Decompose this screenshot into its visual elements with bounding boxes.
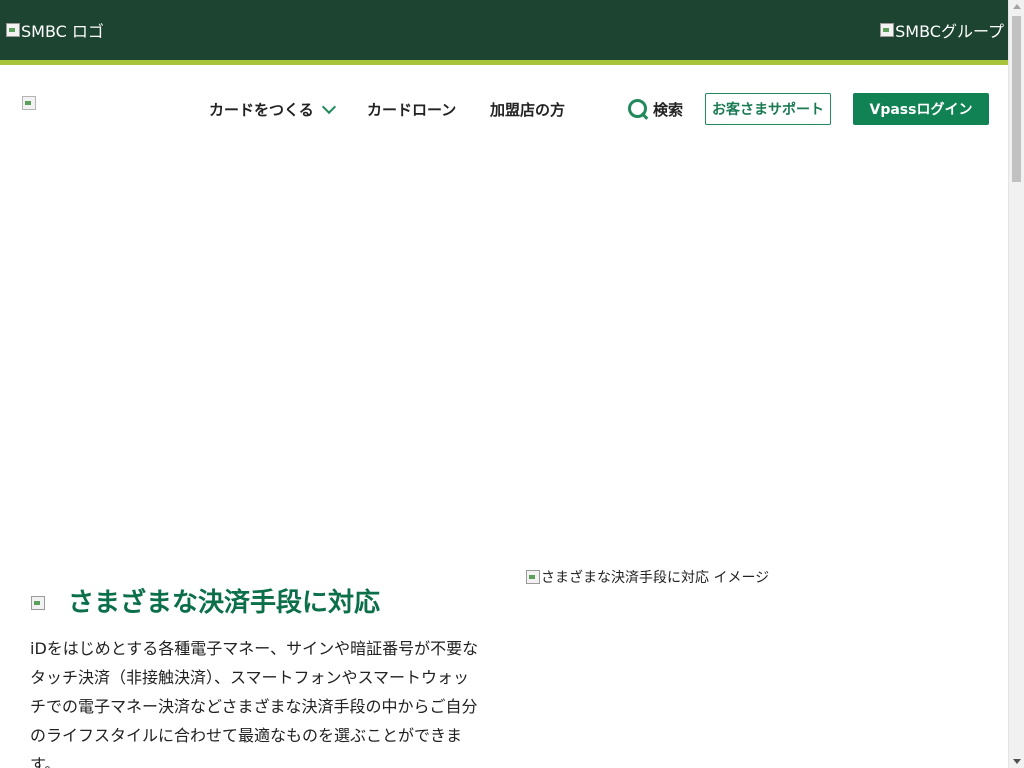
search-icon <box>627 98 649 120</box>
scroll-up-arrow-icon[interactable] <box>1013 4 1021 9</box>
feature-title: さまざまな決済手段に対応 <box>68 588 381 618</box>
search-button[interactable]: 検索 <box>627 98 683 120</box>
feature-description: iDをはじめとする各種電子マネー、サインや暗証番号が不要なタッチ決済（非接触決済… <box>30 639 479 768</box>
smbc-logo-alt: SMBC ロゴ <box>21 22 104 41</box>
broken-image-icon <box>5 22 21 38</box>
nav-merchant[interactable]: 加盟店の方 <box>490 99 565 120</box>
feature-heading: さまざまな決済手段に対応 <box>30 582 380 619</box>
feature-title-icon <box>30 595 46 611</box>
page: SMBC ロゴ SMBCグループ カードをつくる カードローン 加盟店の方 検索… <box>0 0 1008 768</box>
search-label: 検索 <box>653 100 684 119</box>
nav-make-card[interactable]: カードをつくる <box>209 99 336 120</box>
scrollbar-thumb[interactable] <box>1012 16 1021 182</box>
group-topbar: SMBC ロゴ SMBCグループ <box>0 0 1008 60</box>
chevron-down-icon <box>321 99 336 115</box>
feature-image-alt: さまざまな決済手段に対応 イメージ <box>541 570 770 586</box>
scroll-down-arrow-icon[interactable] <box>1013 759 1021 764</box>
broken-image-icon <box>21 95 37 111</box>
broken-image-icon <box>879 22 895 38</box>
broken-image-icon <box>525 569 541 585</box>
smbc-group-logo[interactable]: SMBCグループ <box>879 18 1004 42</box>
customer-support-button[interactable]: お客さまサポート <box>705 93 831 125</box>
vpass-login-button[interactable]: Vpassログイン <box>853 93 989 125</box>
smbc-group-logo-alt: SMBCグループ <box>895 22 1004 41</box>
smbc-logo[interactable]: SMBC ロゴ <box>5 18 104 42</box>
feature-image: さまざまな決済手段に対応 イメージ <box>525 567 769 589</box>
site-header: カードをつくる カードローン 加盟店の方 検索 お客さまサポート Vpassログ… <box>0 65 1008 155</box>
nav-make-card-label: カードをつくる <box>209 101 314 119</box>
site-logo[interactable] <box>21 95 37 111</box>
nav-card-loan[interactable]: カードローン <box>367 99 456 120</box>
vertical-scrollbar[interactable] <box>1008 0 1024 768</box>
